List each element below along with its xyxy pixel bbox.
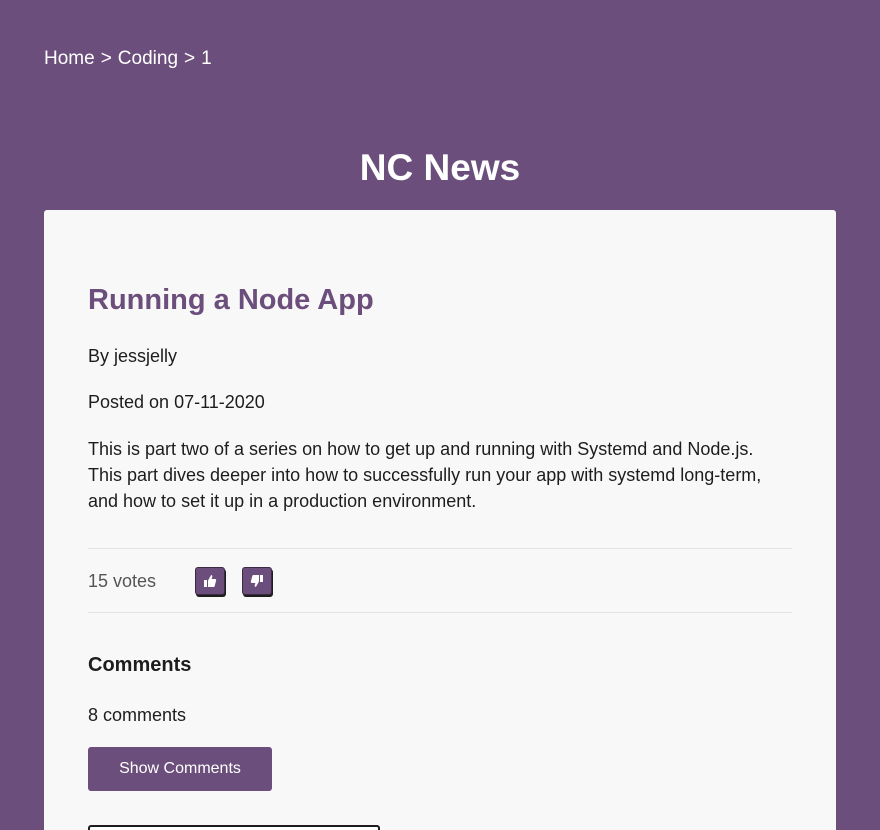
article-date: Posted on 07-11-2020 bbox=[88, 392, 265, 412]
site-title[interactable]: NC News bbox=[0, 145, 880, 191]
vote-count: 15 votes bbox=[88, 571, 157, 591]
breadcrumb-topic[interactable]: Coding bbox=[118, 46, 178, 72]
thumbs-up-icon bbox=[204, 575, 217, 587]
divider bbox=[88, 548, 792, 549]
page: Home > Coding >1 NC News Running a Node App… bbox=[0, 0, 880, 830]
comment-input[interactable] bbox=[88, 825, 380, 830]
breadcrumb-separator: > bbox=[184, 48, 196, 69]
show-comments-button[interactable]: Show Comments bbox=[88, 747, 272, 791]
comments-heading: Comments bbox=[88, 654, 192, 676]
article-title: Running a Node App bbox=[88, 284, 374, 316]
breadcrumb-home[interactable]: Home bbox=[44, 46, 95, 72]
downvote-button[interactable] bbox=[242, 567, 272, 595]
breadcrumb-article-id: 1 bbox=[201, 48, 212, 69]
breadcrumb: Home > Coding >1 bbox=[44, 46, 212, 72]
divider bbox=[88, 612, 792, 613]
breadcrumb-separator: > bbox=[100, 48, 112, 69]
article-body: This is part two of a series on how to g… bbox=[88, 439, 762, 511]
votes-row: 15 votes bbox=[88, 566, 289, 596]
article-card: Running a Node App By jessjelly Posted o… bbox=[44, 210, 836, 830]
upvote-button[interactable] bbox=[195, 567, 225, 595]
comment-count: 8 comments bbox=[88, 705, 187, 725]
thumbs-down-icon bbox=[250, 575, 263, 587]
article-author: By jessjelly bbox=[88, 346, 178, 366]
